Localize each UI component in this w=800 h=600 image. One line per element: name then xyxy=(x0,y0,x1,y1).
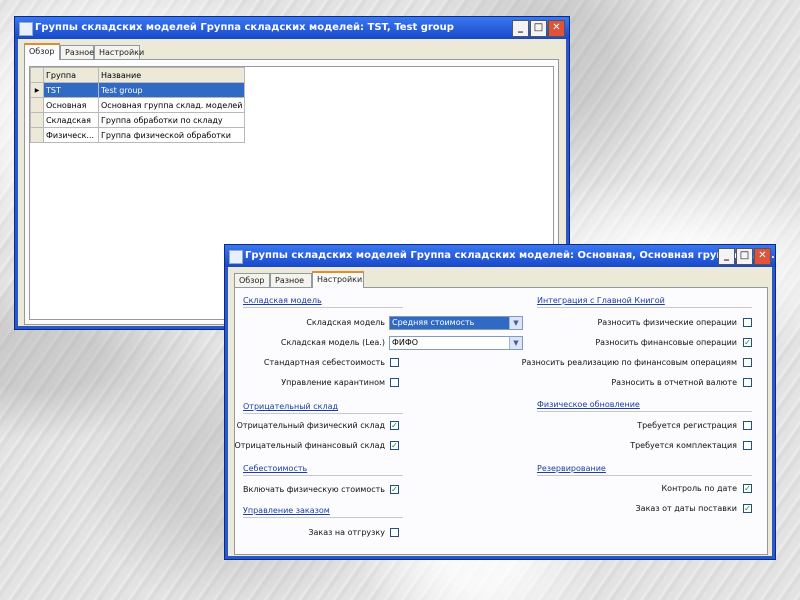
negative-physical-checkbox[interactable]: ✓ xyxy=(390,421,399,430)
close-button[interactable]: ✕ xyxy=(548,20,565,37)
date-control-label: Контроль по дате xyxy=(661,484,738,493)
column-header-name[interactable]: Название xyxy=(97,67,246,83)
negative-stock-divider xyxy=(243,413,403,414)
inventory-model-divider xyxy=(243,307,403,308)
setup-panel: Складская модель Складская модель Средня… xyxy=(234,287,768,555)
cell-group[interactable]: Физическ... xyxy=(43,127,99,143)
maximize-button[interactable]: □ xyxy=(736,248,753,265)
delivery-date-checkbox[interactable]: ✓ xyxy=(743,504,752,513)
minimize-button[interactable]: _ xyxy=(718,248,735,265)
window-2-client: Обзор Разное Настройки Складская модель … xyxy=(228,267,772,556)
post-financial-label: Разносить финансовые операции xyxy=(595,338,737,347)
window-1-title: Группы складских моделей Группа складски… xyxy=(35,22,454,33)
row-indicator-header xyxy=(30,67,44,83)
tab-overview[interactable]: Обзор xyxy=(24,43,60,60)
cost-price-heading: Себестоимость xyxy=(243,464,308,473)
inventory-model-label: Складская модель xyxy=(306,318,385,327)
standard-cost-label: Стандартная себестоимость xyxy=(263,358,385,367)
row-indicator xyxy=(30,97,44,113)
tab-general[interactable]: Разное xyxy=(270,273,312,287)
post-foreign-label: Разносить в отчетной валюте xyxy=(611,378,737,387)
cell-group[interactable]: Основная xyxy=(43,97,99,113)
post-realized-label: Разносить реализацию по финансовым опера… xyxy=(521,358,737,367)
inventory-model-leu-value: ФИФО xyxy=(392,338,419,347)
picking-checkbox[interactable] xyxy=(743,441,752,450)
cell-name[interactable]: Test group xyxy=(97,82,246,98)
chevron-down-icon[interactable]: ▼ xyxy=(509,337,522,349)
row-indicator xyxy=(30,127,44,143)
table-row[interactable]: Складская Группа обработки по складу xyxy=(30,112,246,128)
delivery-date-label: Заказ от даты поставки xyxy=(635,504,737,513)
window-2-title: Группы складских моделей Группа складски… xyxy=(245,250,775,261)
window-1-titlebar[interactable]: Группы складских моделей Группа складски… xyxy=(15,17,569,39)
inventory-model-value: Средняя стоимость xyxy=(392,318,475,327)
include-physical-label: Включать физическую стоимость xyxy=(243,485,385,494)
quarantine-label: Управление карантином xyxy=(281,378,385,387)
minimize-button[interactable]: _ xyxy=(512,20,529,37)
physical-update-heading: Физическое обновление xyxy=(537,400,640,409)
maximize-button[interactable]: □ xyxy=(530,20,547,37)
cell-group[interactable]: TST xyxy=(43,82,99,98)
standard-cost-checkbox[interactable] xyxy=(390,358,399,367)
registration-label: Требуется регистрация xyxy=(637,421,737,430)
order-management-heading: Управление заказом xyxy=(243,506,330,515)
table-row[interactable]: Физическ... Группа физической обработки xyxy=(30,127,246,143)
cost-price-divider xyxy=(243,475,403,476)
cell-name[interactable]: Основная группа склад. моделей xyxy=(97,97,246,113)
order-management-divider xyxy=(243,517,403,518)
window-2-titlebar[interactable]: Группы складских моделей Группа складски… xyxy=(225,245,775,267)
post-financial-checkbox[interactable]: ✓ xyxy=(743,338,752,347)
app-icon xyxy=(19,22,33,36)
item-model-groups-window-2: Группы складских моделей Группа складски… xyxy=(224,244,776,560)
negative-physical-label: Отрицательный физический склад xyxy=(236,421,385,430)
close-button[interactable]: ✕ xyxy=(754,248,771,265)
quarantine-checkbox[interactable] xyxy=(390,378,399,387)
current-row-indicator: ▶ xyxy=(30,82,44,98)
cell-name[interactable]: Группа обработки по складу xyxy=(97,112,246,128)
reservation-heading: Резервирование xyxy=(537,464,606,473)
date-control-checkbox[interactable]: ✓ xyxy=(743,484,752,493)
reservation-divider xyxy=(537,475,752,476)
shipment-order-label: Заказ на отгрузку xyxy=(308,528,385,537)
chevron-down-icon[interactable]: ▼ xyxy=(509,317,522,329)
app-icon xyxy=(229,250,243,264)
shipment-order-checkbox[interactable] xyxy=(390,528,399,537)
negative-stock-heading: Отрицательный склад xyxy=(243,402,339,411)
tab-setup[interactable]: Настройки xyxy=(94,45,144,59)
inventory-model-select[interactable]: Средняя стоимость ▼ xyxy=(389,316,523,330)
column-header-group[interactable]: Группа xyxy=(43,67,99,83)
post-physical-label: Разносить физические операции xyxy=(597,318,737,327)
negative-financial-checkbox[interactable]: ✓ xyxy=(390,441,399,450)
cell-group[interactable]: Складская xyxy=(43,112,99,128)
table-row[interactable]: Основная Основная группа склад. моделей xyxy=(30,97,246,113)
include-physical-checkbox[interactable]: ✓ xyxy=(390,485,399,494)
inventory-model-leu-label: Складская модель (Lea.) xyxy=(280,338,385,347)
inventory-model-heading: Складская модель xyxy=(243,296,322,305)
post-foreign-checkbox[interactable] xyxy=(743,378,752,387)
picking-label: Требуется комплектация xyxy=(630,441,737,450)
negative-financial-label: Отрицательный финансовый склад xyxy=(234,441,385,450)
post-realized-checkbox[interactable] xyxy=(743,358,752,367)
cell-name[interactable]: Группа физической обработки xyxy=(97,127,246,143)
row-indicator xyxy=(30,112,44,128)
table-header-row: Группа Название xyxy=(30,67,246,83)
gl-integration-heading: Интеграция с Главной Книгой xyxy=(537,296,665,305)
gl-integration-divider xyxy=(537,307,752,308)
tab-overview[interactable]: Обзор xyxy=(234,273,270,287)
inventory-model-leu-select[interactable]: ФИФО ▼ xyxy=(389,336,523,350)
physical-update-divider xyxy=(537,411,752,412)
tab-general[interactable]: Разное xyxy=(60,45,94,59)
groups-table: Группа Название ▶ TST Test group Основна… xyxy=(30,67,246,143)
post-physical-checkbox[interactable] xyxy=(743,318,752,327)
tab-setup[interactable]: Настройки xyxy=(312,271,364,288)
registration-checkbox[interactable] xyxy=(743,421,752,430)
table-row[interactable]: ▶ TST Test group xyxy=(30,82,246,98)
